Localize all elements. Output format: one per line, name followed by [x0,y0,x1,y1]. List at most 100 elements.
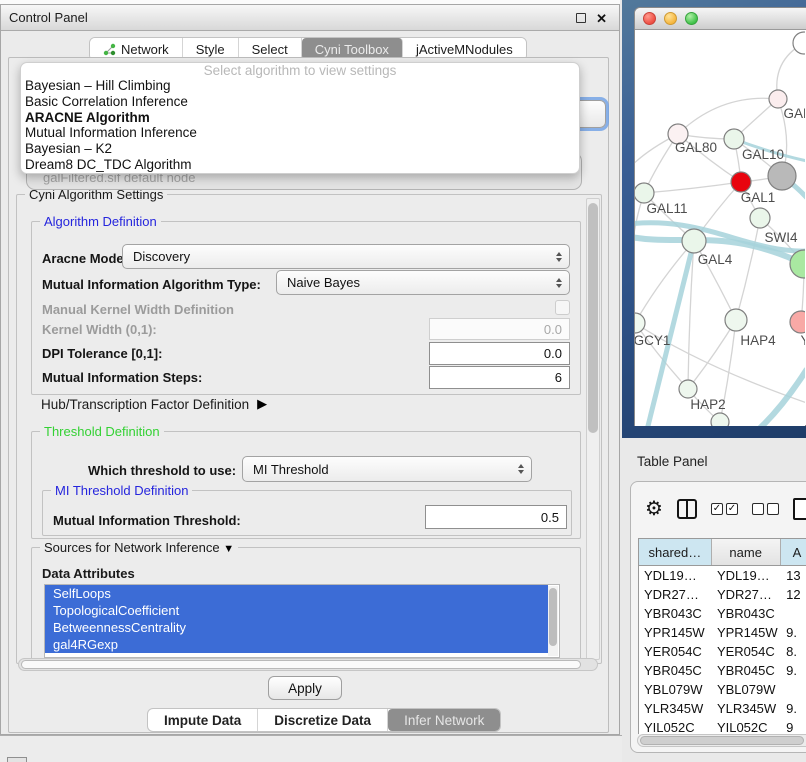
zoom-traffic-light-icon[interactable] [685,12,698,25]
network-node[interactable] [682,229,706,253]
scrollbar-thumb[interactable] [549,588,557,646]
table-horizontal-scrollbar[interactable] [637,734,806,747]
table-cell: YDR27… [712,585,781,604]
table-cell: 9 [781,718,806,734]
table-row[interactable]: YBR045CYBR045C9. [639,661,806,680]
minimized-panel-icon[interactable] [7,757,27,762]
bottom-tab-infer-network[interactable]: Infer Network [388,709,500,731]
network-node[interactable] [790,250,805,278]
which-threshold-value: MI Threshold [253,462,329,477]
table-cell: YBL079W [639,680,712,699]
export-table-icon[interactable] [793,498,806,520]
table-panel-title: Table Panel [637,454,708,469]
attribute-item[interactable]: BetweennessCentrality [45,619,548,636]
control-panel-titlebar: Control Panel ✕ [1,5,619,31]
network-node[interactable] [711,413,729,426]
table-row[interactable]: YLR345WYLR345W9. [639,699,806,718]
table-cell: YPR145W [639,623,712,642]
network-node[interactable] [750,208,770,228]
table-cell: YIL052C [639,718,712,734]
table-cell: YBR045C [639,661,712,680]
table-cell: YDL19… [712,566,781,585]
split-columns-icon[interactable] [677,499,697,519]
tab-label: Style [196,42,225,57]
attribute-items: SelfLoopsTopologicalCoefficientBetweenne… [45,585,559,653]
float-window-icon[interactable] [576,13,586,23]
algorithm-item[interactable]: Bayesian – K2 [21,141,579,157]
column-header[interactable]: name [712,539,781,565]
table-row[interactable]: YDR27…YDR27…12 [639,585,806,604]
algorithm-definition-title: Algorithm Definition [40,214,161,229]
network-node[interactable] [679,380,697,398]
gear-icon[interactable]: ⚙ [645,499,663,519]
settings-vertical-scrollbar[interactable] [586,198,600,660]
attribute-item[interactable]: gal4RGexp [45,636,548,653]
network-node[interactable] [768,162,796,190]
algorithm-item[interactable]: Dream8 DC_TDC Algorithm [21,157,579,173]
network-node[interactable] [635,313,645,333]
combo-spinner-icon [556,278,562,288]
algorithm-item[interactable]: Bayesian – Hill Climbing [21,78,579,94]
algorithm-item[interactable]: Basic Correlation Inference [21,94,579,110]
network-edge [678,98,778,134]
hub-definition-label: Hub/Transcription Factor Definition [41,397,249,412]
unchecked-checkbox-icon [767,503,779,515]
kernel-width-label: Kernel Width (0,1): [42,322,157,337]
bottom-tab-impute-data[interactable]: Impute Data [148,709,258,731]
aracne-mode-combo[interactable]: Discovery [122,244,570,269]
which-threshold-combo[interactable]: MI Threshold [242,456,532,482]
settings-horizontal-scrollbar[interactable] [18,658,598,671]
network-node[interactable] [725,309,747,331]
scrollbar-thumb[interactable] [21,660,581,669]
manual-kernel-checkbox[interactable] [555,300,570,315]
network-node[interactable] [635,183,654,203]
scrollbar-thumb[interactable] [588,203,598,433]
table-row[interactable]: YER054CYER054C8. [639,642,806,661]
table-cell: YBR043C [712,604,781,623]
network-window[interactable]: GALGAL80GAL10GAL1GAL11SWI4GAL4GCY1HAP4YH… [634,7,806,426]
deselect-all-columns-icon[interactable] [752,503,779,515]
which-threshold-label: Which threshold to use: [88,463,236,478]
network-node[interactable] [790,311,805,333]
minimize-traffic-light-icon[interactable] [664,12,677,25]
scrollbar-thumb[interactable] [640,736,804,745]
attribute-list-scrollbar[interactable] [548,586,558,656]
mi-steps-field[interactable]: 6 [429,366,570,389]
table-row[interactable]: YPR145WYPR145W9. [639,623,806,642]
hub-definition-toggle[interactable]: Hub/Transcription Factor Definition ▶ [41,396,267,412]
close-traffic-light-icon[interactable] [643,12,656,25]
tab-label: Discretize Data [274,713,371,728]
table-row[interactable]: YDL19…YDL19…13 [639,566,806,585]
table-row[interactable]: YBR043CYBR043C [639,604,806,623]
algorithm-item[interactable]: Mutual Information Inference [21,125,579,141]
mi-type-combo[interactable]: Naive Bayes [276,270,570,295]
mi-threshold-field[interactable]: 0.5 [425,505,567,529]
table-row[interactable]: YIL052CYIL052C9 [639,718,806,734]
network-view-frame: GALGAL80GAL10GAL1GAL11SWI4GAL4GCY1HAP4YH… [622,0,806,438]
table-cell: YBL079W [712,680,781,699]
apply-button[interactable]: Apply [268,676,342,700]
attribute-item[interactable]: SelfLoops [45,585,548,602]
table-row[interactable]: YBL079WYBL079W [639,680,806,699]
combo-spinner-icon [556,252,562,262]
column-header[interactable]: shared… [639,539,712,565]
network-node[interactable] [793,32,805,54]
column-header[interactable]: A [781,539,806,565]
network-canvas[interactable]: GALGAL80GAL10GAL1GAL11SWI4GAL4GCY1HAP4YH… [635,30,805,426]
table-cell: YDR27… [639,585,712,604]
tab-label: Select [252,42,288,57]
algorithm-placeholder: Select algorithm to view settings [21,63,579,78]
attribute-item[interactable]: TopologicalCoefficient [45,602,548,619]
kernel-width-field[interactable]: 0.0 [429,318,570,340]
bottom-tab-discretize-data[interactable]: Discretize Data [258,709,388,731]
network-edge [749,369,805,426]
sources-title[interactable]: Sources for Network Inference ▼ [40,540,238,557]
algorithm-item[interactable]: ARACNE Algorithm [21,110,579,126]
network-node[interactable] [731,172,751,192]
table-cell: YPR145W [712,623,781,642]
network-node[interactable] [724,129,744,149]
select-all-columns-icon[interactable]: ✓ ✓ [711,503,738,515]
dpi-tolerance-field[interactable]: 0.0 [429,342,570,365]
table-cell [781,680,806,699]
close-icon[interactable]: ✕ [596,12,607,25]
